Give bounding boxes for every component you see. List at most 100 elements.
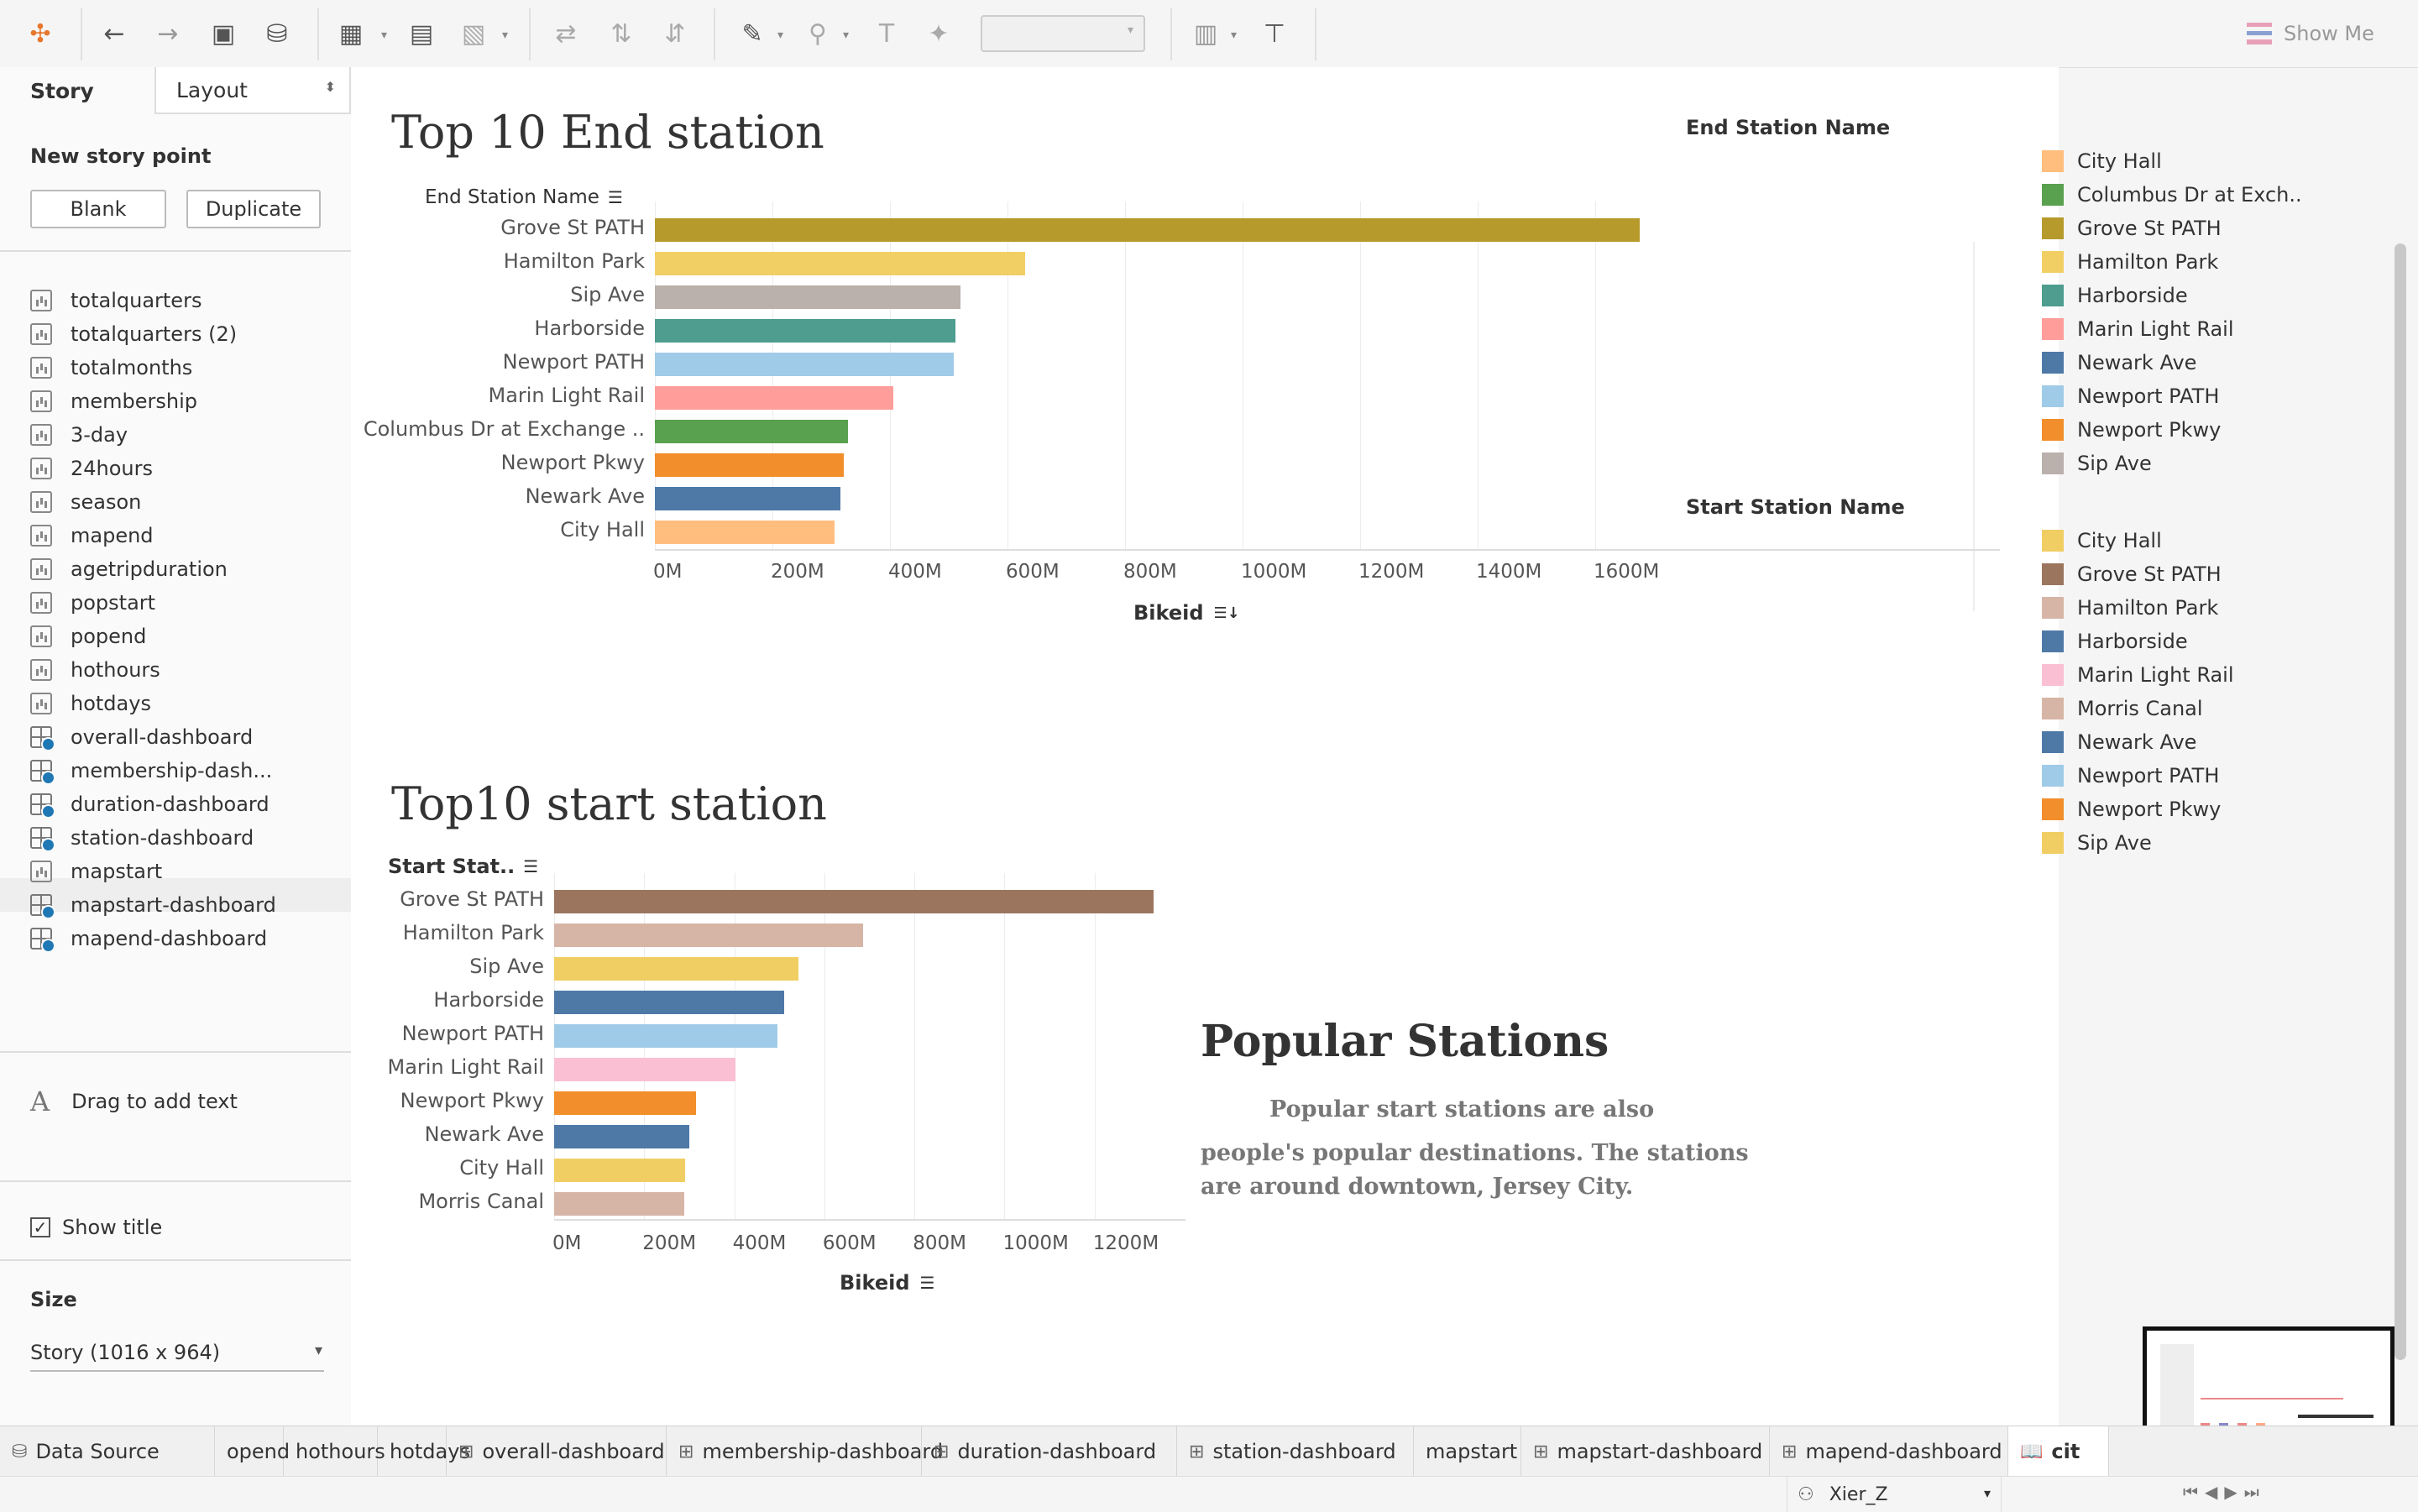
sheet-item[interactable]: station-dashboard: [30, 821, 254, 855]
sheet-tab[interactable]: hothours: [284, 1426, 385, 1477]
sheet-tab[interactable]: ⊞ duration-dashboard: [922, 1426, 1177, 1477]
clear-sheet-icon[interactable]: ▧: [457, 17, 490, 50]
sheet-item[interactable]: hothours: [30, 653, 160, 687]
sheet-tab[interactable]: hotdays: [378, 1426, 470, 1477]
bar[interactable]: [655, 420, 848, 443]
sheet-item[interactable]: membership-dash...: [30, 754, 272, 787]
bar[interactable]: [655, 453, 845, 477]
sheet-tab[interactable]: ⊞ mapend-dashboard: [1770, 1426, 2008, 1477]
story-navigation[interactable]: ⏮◀▶⏭: [2183, 1482, 2266, 1502]
fit-dropdown[interactable]: ▾: [981, 15, 1145, 52]
bar[interactable]: [554, 1192, 684, 1216]
show-me-button[interactable]: Show Me: [2247, 18, 2374, 49]
legend-item[interactable]: Sip Ave: [2042, 828, 2152, 858]
new-data-source-icon[interactable]: ⛁: [260, 17, 294, 50]
bar[interactable]: [554, 991, 784, 1014]
bar-category-label[interactable]: Newport Pkwy: [501, 451, 645, 474]
legend-item[interactable]: City Hall: [2042, 146, 2162, 176]
legend-item[interactable]: Newport PATH: [2042, 761, 2219, 791]
sheet-item[interactable]: overall-dashboard: [30, 720, 253, 754]
label-icon[interactable]: T: [870, 17, 903, 50]
sheet-item[interactable]: duration-dashboard: [30, 787, 270, 821]
legend-item[interactable]: Marin Light Rail: [2042, 660, 2234, 690]
bar-category-label[interactable]: Newport PATH: [402, 1022, 544, 1045]
bar-category-label[interactable]: Grove St PATH: [400, 887, 544, 911]
sheet-tab[interactable]: 📖 cit: [2008, 1426, 2109, 1477]
bar-category-label[interactable]: Newark Ave: [526, 484, 645, 508]
duplicate-icon[interactable]: ▤: [405, 17, 438, 50]
sort-ascending-icon[interactable]: ⇅: [604, 17, 638, 50]
legend-item[interactable]: Sip Ave: [2042, 448, 2152, 479]
start-dimension-header[interactable]: Start Stat.. ☰: [388, 855, 538, 878]
duplicate-button[interactable]: Duplicate: [186, 190, 321, 228]
bar-category-label[interactable]: Morris Canal: [418, 1190, 544, 1213]
sheet-item[interactable]: season: [30, 485, 141, 519]
legend-item[interactable]: Newark Ave: [2042, 348, 2196, 378]
sort-icon[interactable]: ☰: [523, 856, 538, 876]
sheet-tab[interactable]: ⊞ mapstart-dashboard: [1521, 1426, 1770, 1477]
bar[interactable]: [554, 1058, 735, 1081]
bar[interactable]: [655, 353, 954, 376]
sheet-item[interactable]: popend: [30, 620, 146, 653]
swap-icon[interactable]: ⇄: [549, 17, 583, 50]
tab-story[interactable]: Story: [0, 67, 154, 114]
sheet-item[interactable]: totalquarters (2): [30, 317, 237, 351]
bar[interactable]: [554, 1024, 777, 1048]
bar-category-label[interactable]: Newport PATH: [503, 350, 645, 374]
redo-icon[interactable]: →: [151, 17, 185, 50]
show-title-checkbox[interactable]: ✓ Show title: [30, 1211, 162, 1244]
bar[interactable]: [554, 890, 1154, 913]
drag-to-add-text[interactable]: A Drag to add text: [30, 1085, 238, 1118]
sheet-item[interactable]: hotdays: [30, 687, 151, 720]
sheet-tab[interactable]: opend: [215, 1426, 290, 1477]
bar-category-label[interactable]: Marin Light Rail: [488, 384, 645, 407]
legend-item[interactable]: Hamilton Park: [2042, 247, 2218, 277]
sheet-tab[interactable]: mapstart: [1414, 1426, 1521, 1477]
legend-item[interactable]: Newark Ave: [2042, 727, 2196, 757]
chevron-down-icon[interactable]: ▾: [843, 29, 849, 42]
legend-item[interactable]: Harborside: [2042, 280, 2188, 311]
bar-category-label[interactable]: Sip Ave: [469, 955, 544, 978]
sheet-item[interactable]: membership: [30, 385, 197, 418]
bar[interactable]: [554, 923, 863, 947]
chevron-down-icon[interactable]: ▾: [1231, 29, 1237, 42]
sheet-item[interactable]: mapstart-dashboard: [30, 888, 276, 922]
legend-item[interactable]: Columbus Dr at Exch..: [2042, 180, 2302, 210]
bar-category-label[interactable]: Newport Pkwy: [400, 1089, 544, 1112]
sort-descending-icon[interactable]: ⇵: [658, 17, 692, 50]
legend-item[interactable]: Newport Pkwy: [2042, 415, 2221, 445]
tab-layout[interactable]: Layout ⬍: [154, 67, 351, 114]
sheet-item[interactable]: popstart: [30, 586, 155, 620]
start-xaxis-title[interactable]: Bikeid ☰: [840, 1271, 934, 1295]
sheet-tab[interactable]: ⊞ station-dashboard: [1177, 1426, 1414, 1477]
sheet-item[interactable]: 24hours: [30, 452, 153, 485]
chevron-down-icon[interactable]: ▾: [502, 29, 508, 42]
highlight-icon[interactable]: ✎: [735, 17, 769, 50]
bar-category-label[interactable]: City Hall: [560, 518, 645, 541]
bar-category-label[interactable]: Harborside: [534, 317, 645, 340]
legend-item[interactable]: Harborside: [2042, 626, 2188, 657]
bar[interactable]: [554, 957, 798, 981]
size-dropdown[interactable]: Story (1016 x 964) ▾: [30, 1335, 324, 1372]
sheet-item[interactable]: mapend-dashboard: [30, 922, 267, 955]
bar[interactable]: [655, 218, 1640, 242]
group-icon[interactable]: ⚲: [801, 17, 835, 50]
legend-item[interactable]: City Hall: [2042, 526, 2162, 556]
sheet-tab[interactable]: ⊞ membership-dashboard: [667, 1426, 943, 1477]
show-cards-icon[interactable]: ▥: [1189, 17, 1222, 50]
bar[interactable]: [655, 487, 841, 510]
sort-icon[interactable]: ☰: [920, 1273, 935, 1293]
chevron-down-icon[interactable]: ▾: [381, 29, 387, 42]
sheet-item[interactable]: totalmonths: [30, 351, 192, 385]
legend-item[interactable]: Newport Pkwy: [2042, 794, 2221, 824]
legend-item[interactable]: Newport PATH: [2042, 381, 2219, 411]
legend-item[interactable]: Grove St PATH: [2042, 213, 2222, 243]
bar-category-label[interactable]: Columbus Dr at Exchange ..: [364, 417, 645, 441]
presentation-mode-icon[interactable]: ⊤: [1258, 17, 1291, 50]
sheet-item[interactable]: mapstart: [30, 855, 162, 888]
legend-item[interactable]: Morris Canal: [2042, 693, 2203, 724]
sheet-item[interactable]: totalquarters: [30, 284, 202, 317]
bar[interactable]: [655, 285, 960, 309]
sheet-item[interactable]: mapend: [30, 519, 154, 552]
save-icon[interactable]: ▣: [207, 17, 240, 50]
